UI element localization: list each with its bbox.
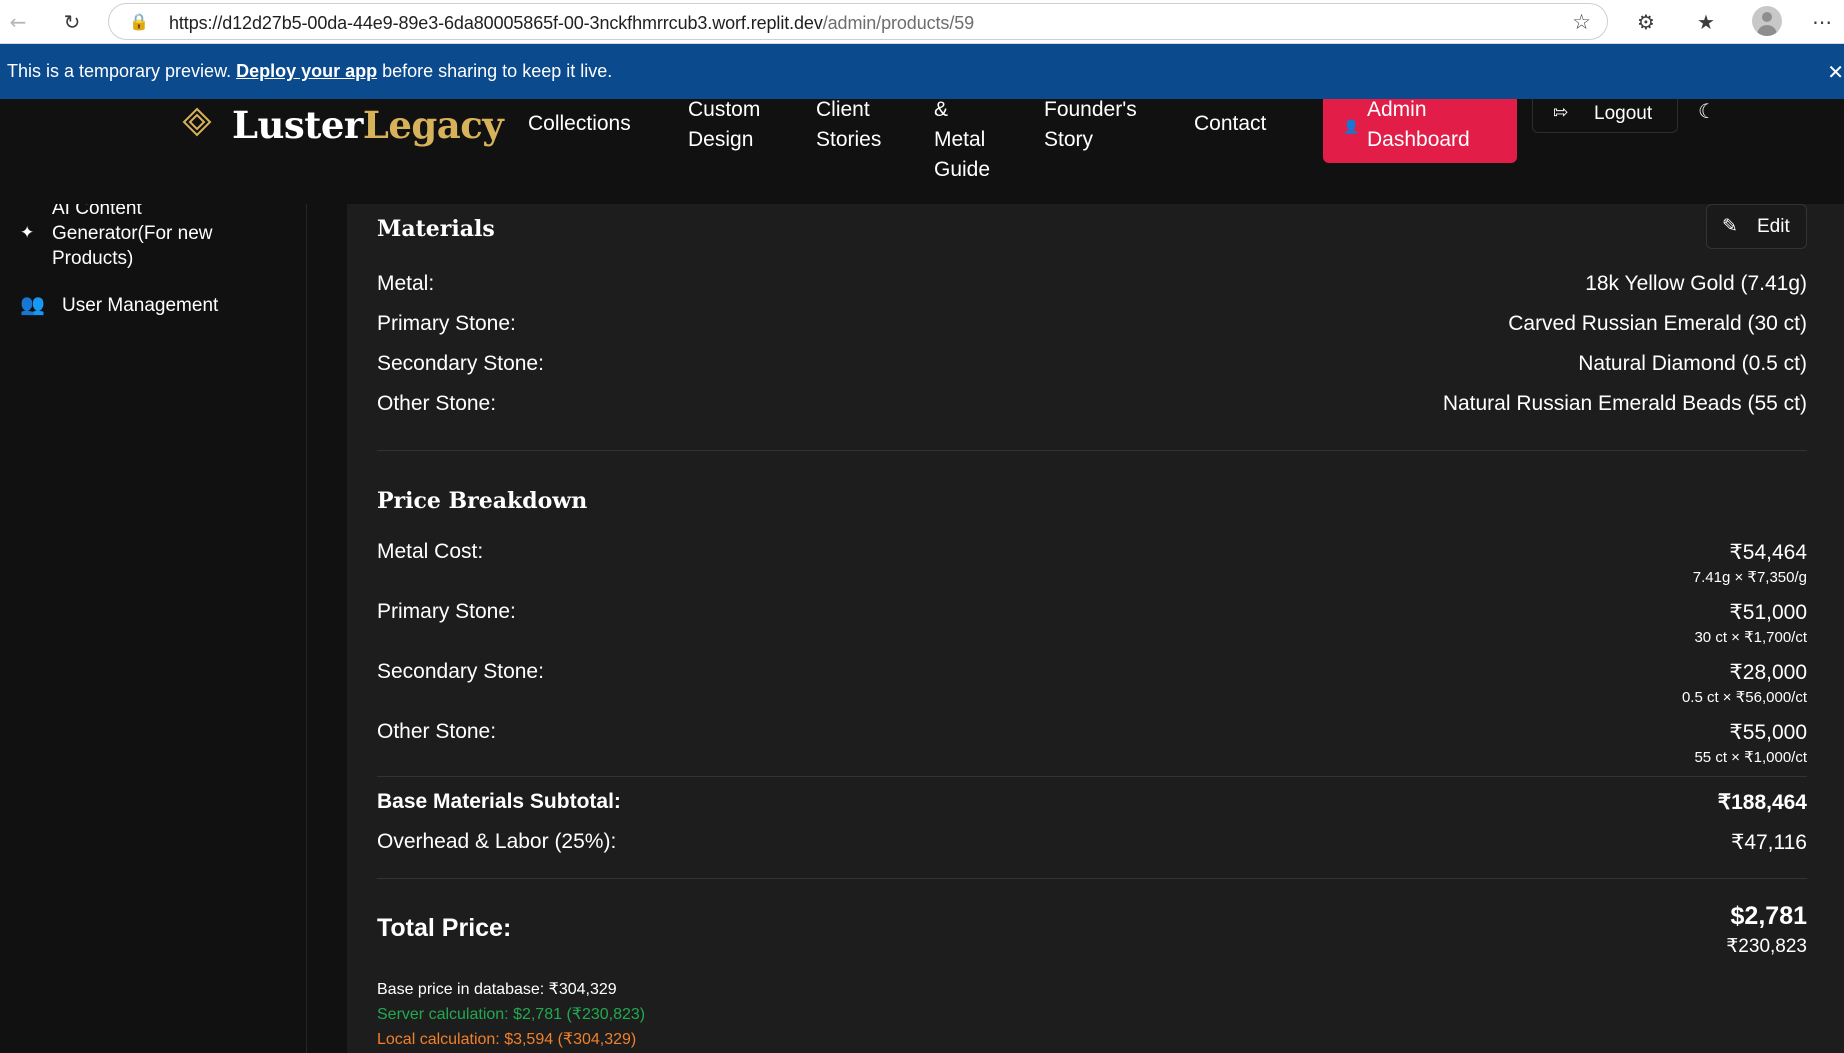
divider [377, 878, 1807, 879]
nav-collections[interactable]: Collections [528, 109, 631, 139]
banner-text-suffix: before sharing to keep it live. [382, 61, 613, 81]
subtotal-label: Base Materials Subtotal: [377, 790, 621, 813]
more-icon[interactable]: ⋯ [1808, 8, 1836, 36]
diamond-logo-icon [182, 107, 212, 137]
close-icon[interactable]: ✕ [1827, 60, 1844, 84]
page: ← ↻ 🔒 https://d12d27b5-00da-44e9-89e3-6d… [0, 0, 1844, 1053]
overhead-label: Overhead & Labor (25%): [377, 830, 617, 853]
address-bar[interactable]: 🔒 https://d12d27b5-00da-44e9-89e3-6da800… [108, 3, 1608, 40]
note-local-calculation: Local calculation: $3,594 (₹304,329) [377, 1031, 637, 1048]
total-price-label: Total Price: [377, 914, 512, 942]
nav-custom-design-line1: Custom [688, 99, 761, 121]
profile-icon[interactable] [1752, 6, 1782, 36]
refresh-icon[interactable]: ↻ [58, 8, 86, 36]
price-primary-label: Primary Stone: [377, 600, 516, 623]
material-primary-label: Primary Stone: [377, 312, 516, 335]
star-icon[interactable]: ☆ [1572, 10, 1591, 34]
back-arrow-icon[interactable]: ← [4, 8, 32, 36]
total-price-inr: ₹230,823 [1726, 936, 1807, 957]
pencil-icon: ✎ [1722, 215, 1738, 237]
total-price-usd: $2,781 [1730, 902, 1807, 930]
price-metal-value: ₹54,464 [1729, 541, 1807, 564]
sidebar-item-user-management[interactable]: 👥 User Management [20, 292, 240, 322]
material-secondary-label: Secondary Stone: [377, 352, 544, 375]
price-primary-value: ₹51,000 [1729, 601, 1807, 624]
url-path: /admin/products/59 [822, 13, 975, 33]
material-primary-value: Carved Russian Emerald (30 ct) [1508, 312, 1807, 335]
logo[interactable]: LusterLegacy [232, 103, 504, 147]
nav-contact[interactable]: Contact [1194, 109, 1266, 139]
nav-collections-label: Collections [528, 112, 631, 135]
nav-metal-guide-line1: & [934, 99, 949, 121]
note-database-price: Base price in database: ₹304,329 [377, 981, 617, 998]
favorites-icon[interactable]: ★ [1692, 8, 1720, 36]
nav-custom-design[interactable]: Custom Design [688, 99, 760, 155]
nav-metal-guide-line3: Guide [934, 158, 991, 181]
price-other-value: ₹55,000 [1729, 721, 1807, 744]
logout-label: Logout [1594, 103, 1653, 124]
nav-founders-line1: Founder's [1044, 99, 1137, 121]
sidebar-ai-line2: Generator(For new [52, 223, 213, 244]
material-metal-value: 18k Yellow Gold (7.41g) [1585, 272, 1807, 295]
subtotal-value: ₹188,464 [1717, 791, 1807, 814]
nav-founders-line2: Story [1044, 128, 1094, 151]
price-metal-sub: 7.41g × ₹7,350/g [1692, 569, 1807, 586]
material-other-label: Other Stone: [377, 392, 497, 415]
magic-wand-icon: ✦ [20, 223, 35, 243]
price-other-sub: 55 ct × ₹1,000/ct [1694, 749, 1807, 766]
overhead-value: ₹47,116 [1730, 831, 1807, 854]
material-other-value: Natural Russian Emerald Beads (55 ct) [1442, 392, 1807, 415]
admin-line2: Dashboard [1367, 128, 1470, 151]
nav-contact-label: Contact [1194, 112, 1267, 135]
moon-icon[interactable]: ☾ [1698, 99, 1728, 129]
sidebar-ai-line1: AI Content [52, 204, 142, 219]
logo-luster: Luster [232, 103, 363, 147]
edit-button[interactable]: ✎ Edit [1706, 204, 1807, 249]
url-host: https://d12d27b5-00da-44e9-89e3-6da80005… [169, 13, 823, 33]
divider [377, 450, 1807, 451]
product-detail-panel: Materials ✎ Edit Metal: 18k Yellow Gold … [347, 204, 1844, 1053]
logo-legacy: Legacy [362, 103, 504, 147]
lock-icon[interactable]: 🔒 [129, 12, 149, 31]
note-server-calculation: Server calculation: $2,781 (₹230,823) [377, 1006, 646, 1023]
price-metal-label: Metal Cost: [377, 540, 484, 563]
nav-client-stories-line1: Client [816, 99, 870, 121]
admin-line1: Admin [1367, 99, 1427, 121]
edit-label: Edit [1757, 216, 1790, 237]
nav-client-stories-line2: Stories [816, 128, 882, 151]
nav-custom-design-line2: Design [688, 128, 754, 151]
browser-toolbar: ← ↻ 🔒 https://d12d27b5-00da-44e9-89e3-6d… [0, 0, 1844, 44]
deploy-link[interactable]: Deploy your app [236, 61, 377, 82]
sidebar-ai-line3: Products) [52, 248, 134, 269]
materials-title: Materials [377, 216, 495, 242]
price-secondary-sub: 0.5 ct × ₹56,000/ct [1681, 689, 1807, 706]
users-icon: 👥 [20, 292, 45, 316]
nav-metal-guide[interactable]: & Metal Guide [934, 99, 990, 185]
price-secondary-value: ₹28,000 [1729, 661, 1807, 684]
material-secondary-value: Natural Diamond (0.5 ct) [1578, 352, 1807, 375]
price-other-label: Other Stone: [377, 720, 497, 743]
divider [377, 776, 1807, 777]
logout-icon: ⇰ [1553, 102, 1569, 123]
logout-button[interactable]: ⇰ Logout [1532, 99, 1678, 133]
site-header: LusterLegacy Collections Custom Design C… [0, 99, 1844, 204]
material-metal-label: Metal: [377, 272, 435, 295]
price-secondary-label: Secondary Stone: [377, 660, 544, 683]
user-icon: 👤 [1343, 120, 1360, 135]
preview-banner: This is a temporary preview. Deploy your… [0, 44, 1844, 99]
url-text[interactable]: https://d12d27b5-00da-44e9-89e3-6da80005… [169, 13, 974, 34]
price-breakdown-title: Price Breakdown [377, 488, 588, 514]
nav-client-stories[interactable]: Client Stories [816, 99, 881, 155]
banner-text-prefix: This is a temporary preview. [7, 61, 232, 81]
extensions-icon[interactable]: ⚙ [1632, 8, 1660, 36]
nav-metal-guide-line2: Metal [934, 128, 986, 151]
admin-sidebar: ✦ AI Content Generator(For new Products)… [0, 204, 307, 1053]
nav-founders-story[interactable]: Founder's Story [1044, 99, 1137, 155]
admin-dashboard-button[interactable]: 👤 Admin Dashboard [1323, 99, 1517, 163]
price-primary-sub: 30 ct × ₹1,700/ct [1694, 629, 1807, 646]
sidebar-users-label: User Management [62, 295, 219, 316]
